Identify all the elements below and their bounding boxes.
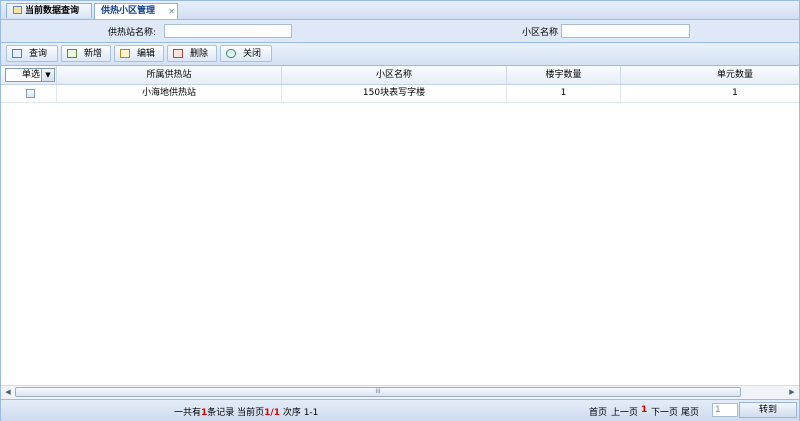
cell-buildings: 1 [507, 85, 621, 102]
toolbar: 查询 新增 编辑 删除 关闭 [1, 43, 799, 66]
summary-text: 次序 1-1 [279, 408, 319, 418]
scroll-right-icon[interactable]: ▶ [786, 387, 798, 398]
goto-page-input[interactable]: 1 [712, 403, 738, 417]
tab-label: 当前数据查询 [25, 6, 80, 16]
cell-station: 小海地供热站 [57, 85, 282, 102]
tab-heating-district-management[interactable]: 供热小区管理 ✕ [94, 3, 178, 19]
station-name-label: 供热站名称: [108, 28, 157, 38]
column-header-station[interactable]: 所属供热站 [57, 66, 282, 84]
column-header-units[interactable]: 单元数量 [621, 66, 800, 84]
select-column-header: 单选 ▼ [1, 66, 57, 84]
close-icon[interactable]: ✕ [168, 4, 175, 19]
cell-units: 1 [732, 88, 738, 98]
current-page-number: 1 [641, 405, 648, 415]
search-bar: 供热站名称: 小区名称 [1, 20, 799, 43]
grip-icon: III [375, 388, 381, 395]
scroll-thumb[interactable]: III [15, 387, 741, 397]
close-button[interactable]: 关闭 [220, 45, 272, 62]
tab-current-data-query[interactable]: 当前数据查询 [6, 3, 92, 18]
summary-text: 条记录 当前页 [207, 408, 265, 418]
pager-bar: 一共有1条记录 当前页1/1 次序 1-1 首页 上一页 1 下一页 尾页 1 … [1, 399, 799, 421]
row-select-cell [1, 85, 57, 102]
select-mode-value: 单选 [21, 70, 40, 80]
column-header-buildings[interactable]: 楼宇数量 [507, 66, 621, 84]
district-name-input[interactable] [561, 24, 690, 38]
query-label: 查询 [29, 49, 48, 59]
record-summary: 一共有1条记录 当前页1/1 次序 1-1 [174, 405, 318, 418]
delete-label: 删除 [190, 49, 209, 59]
column-header-district[interactable]: 小区名称 [282, 66, 507, 84]
edit-icon [120, 49, 130, 58]
app-frame: 当前数据查询 供热小区管理 ✕ 供热站名称: 小区名称 查询 新增 编辑 删除 … [0, 0, 800, 421]
scroll-left-icon[interactable]: ◀ [2, 387, 14, 398]
next-page-link[interactable]: 下一页 [651, 405, 678, 418]
edit-button[interactable]: 编辑 [114, 45, 164, 62]
home-icon [13, 6, 22, 14]
query-button[interactable]: 查询 [6, 45, 58, 62]
current-page: 1/1 [264, 408, 280, 418]
first-page-link[interactable]: 首页 [589, 405, 607, 418]
add-icon [67, 49, 77, 58]
station-name-input[interactable] [164, 24, 292, 38]
select-mode-dropdown[interactable]: 单选 ▼ [5, 68, 55, 82]
horizontal-scrollbar[interactable]: ◀ III ▶ [1, 385, 799, 399]
delete-icon [173, 49, 183, 58]
row-checkbox[interactable] [26, 89, 35, 98]
tab-label: 供热小区管理 [101, 6, 156, 16]
edit-label: 编辑 [137, 49, 156, 59]
query-icon [12, 49, 22, 58]
close-label: 关闭 [243, 49, 262, 59]
grid-header: 单选 ▼ 所属供热站 小区名称 楼宇数量 单元数量 [1, 66, 799, 85]
tab-strip: 当前数据查询 供热小区管理 ✕ [1, 1, 799, 20]
add-button[interactable]: 新增 [61, 45, 111, 62]
table-row[interactable]: 小海地供热站 150块表写字楼 1 1 [1, 85, 799, 103]
refresh-icon [226, 49, 236, 58]
last-page-link[interactable]: 尾页 [681, 405, 699, 418]
chevron-down-icon[interactable]: ▼ [41, 69, 54, 81]
cell-district: 150块表写字楼 [282, 85, 507, 102]
summary-text: 一共有 [174, 408, 202, 418]
goto-button[interactable]: 转到 [739, 402, 797, 418]
delete-button[interactable]: 删除 [167, 45, 217, 62]
district-name-label: 小区名称 [522, 28, 559, 38]
prev-page-link[interactable]: 上一页 [611, 405, 638, 418]
add-label: 新增 [84, 49, 103, 59]
